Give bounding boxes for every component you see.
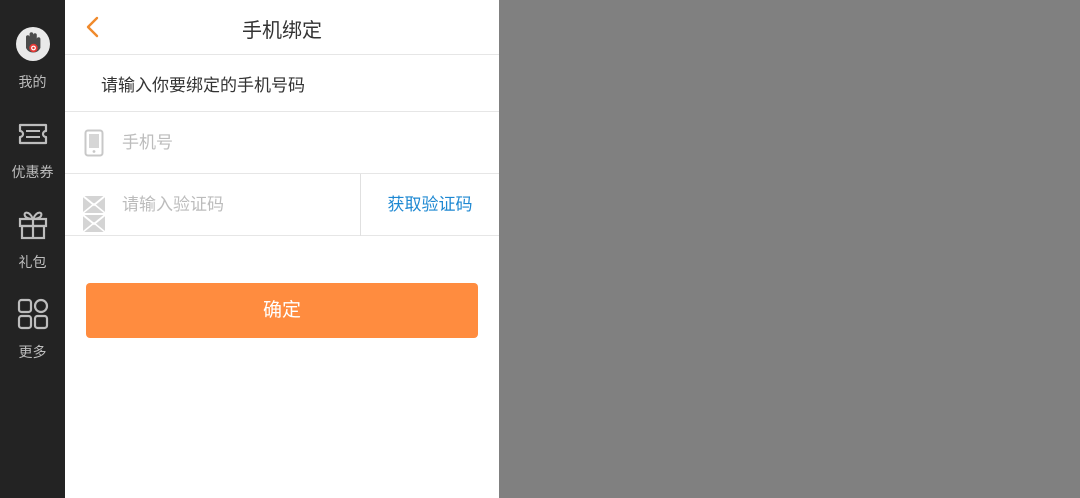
verification-code-row: 获取验证码 (65, 174, 499, 236)
hand-logo-icon (16, 27, 50, 61)
sidebar-item-gifts[interactable]: 礼包 (0, 206, 65, 286)
envelope-icon (82, 195, 106, 233)
sidebar-item-mine[interactable]: 我的 (0, 26, 65, 106)
phone-icon (84, 129, 104, 157)
sidebar-item-more[interactable]: 更多 (0, 296, 65, 376)
sidebar-item-label: 我的 (18, 75, 47, 91)
gift-icon (18, 211, 48, 240)
title-bar: 手机绑定 (65, 0, 499, 55)
get-code-button[interactable]: 获取验证码 (361, 174, 499, 236)
sidebar: 我的 优惠券 礼包 更多 (0, 0, 65, 498)
phone-row (65, 112, 499, 174)
phone-input[interactable] (122, 126, 482, 160)
modal-overlay-backdrop[interactable] (499, 0, 1080, 498)
instruction-row: 请输入你要绑定的手机号码 (65, 55, 499, 112)
verification-code-input[interactable] (122, 188, 352, 222)
sidebar-item-label: 优惠券 (11, 165, 54, 181)
page-title: 手机绑定 (242, 18, 322, 42)
confirm-button[interactable]: 确定 (86, 283, 478, 338)
sidebar-item-label: 礼包 (18, 255, 47, 271)
sidebar-item-coupons[interactable]: 优惠券 (0, 116, 65, 196)
phone-binding-panel: 手机绑定 请输入你要绑定的手机号码 获取验证码 确定 (65, 0, 499, 498)
sidebar-item-label: 更多 (18, 345, 47, 361)
instruction-text: 请输入你要绑定的手机号码 (101, 76, 305, 96)
grid-icon (17, 298, 49, 330)
coupon-icon (18, 123, 48, 145)
